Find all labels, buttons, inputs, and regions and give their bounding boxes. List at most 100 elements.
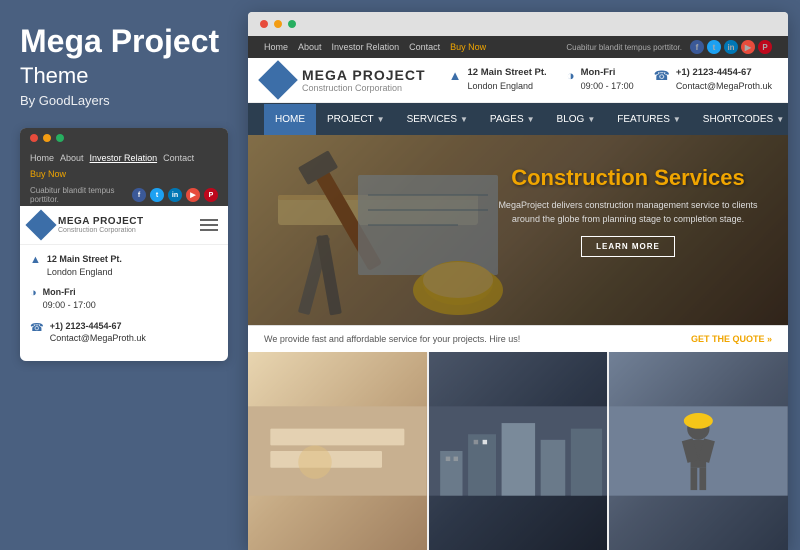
mobile-hours-time: 09:00 - 17:00: [43, 300, 96, 310]
mobile-browser-bar: [20, 128, 228, 148]
mainnav-items: HOME PROJECT ▼ SERVICES ▼ PAGES ▼ BLOG ▼…: [264, 104, 788, 135]
nav-pages[interactable]: PAGES ▼: [479, 104, 546, 135]
topbar-text: Cuabitur blandit tempus porttitor.: [566, 43, 682, 52]
mobile-info-block: ▲ 12 Main Street Pt. London England ◑ Mo…: [20, 245, 228, 361]
nav-features-arrow: ▼: [673, 115, 681, 124]
phone-icon: ☎: [30, 321, 44, 334]
mobile-nav-buynow[interactable]: Buy Now: [30, 169, 66, 179]
site-thumbnails: [248, 352, 788, 550]
browser-dot-yellow: [274, 20, 282, 28]
header-clock-icon: ◑: [567, 68, 575, 83]
get-quote-button[interactable]: GET THE QUOTE »: [691, 334, 772, 344]
mobile-header: MEGA PROJECT Construction Corporation: [20, 206, 228, 245]
thumbnail-1[interactable]: [248, 352, 427, 550]
header-address-label: 12 Main Street Pt.: [468, 67, 547, 78]
quote-bar-text: We provide fast and affordable service f…: [264, 334, 520, 344]
browser-content: Home About Investor Relation Contact Buy…: [248, 36, 788, 550]
header-phone: ☎ +1) 2123-4454-67 Contact@MegaProth.uk: [654, 66, 772, 94]
mobile-phone-text: +1) 2123-4454-67 Contact@MegaProth.uk: [50, 320, 146, 345]
header-address: ▲ 12 Main Street Pt. London England: [449, 66, 547, 94]
nav-project[interactable]: PROJECT ▼: [316, 104, 396, 135]
hamburger-line-1: [200, 219, 218, 221]
topbar-contact[interactable]: Contact: [409, 42, 440, 52]
header-address-city: London England: [468, 81, 534, 91]
theme-author: By GoodLayers: [20, 93, 228, 108]
social-twitter[interactable]: t: [150, 188, 164, 202]
mobile-nav-contact[interactable]: Contact: [163, 153, 194, 163]
site-social-fb[interactable]: f: [690, 40, 704, 54]
mobile-logo-main: MEGA PROJECT: [58, 216, 144, 227]
header-hours-text: Mon-Fri 09:00 - 17:00: [581, 66, 634, 94]
header-hours: ◑ Mon-Fri 09:00 - 17:00: [567, 66, 634, 94]
browser-topbar: [248, 12, 788, 36]
mobile-nav-home[interactable]: Home: [30, 153, 54, 163]
nav-services[interactable]: SERVICES ▼: [396, 104, 479, 135]
topbar-about[interactable]: About: [298, 42, 322, 52]
mobile-nav-investor[interactable]: Investor Relation: [90, 153, 158, 163]
nav-home[interactable]: HOME: [264, 104, 316, 135]
hamburger-line-3: [200, 229, 218, 231]
theme-subtitle: Theme: [20, 63, 228, 89]
location-icon: ▲: [30, 254, 41, 266]
clock-icon: ◑: [30, 287, 37, 299]
social-youtube[interactable]: ▶: [186, 188, 200, 202]
hero-title-1: Construction: [511, 165, 648, 190]
header-phone-email: Contact@MegaProth.uk: [676, 81, 772, 91]
thumb-2-illustration: [429, 352, 608, 550]
mobile-address-row: ▲ 12 Main Street Pt. London England: [30, 253, 218, 278]
mobile-nav-about[interactable]: About: [60, 153, 84, 163]
site-main-nav: HOME PROJECT ▼ SERVICES ▼ PAGES ▼ BLOG ▼…: [248, 103, 788, 135]
mobile-hours-label: Mon-Fri: [43, 287, 76, 297]
thumbnail-3[interactable]: [609, 352, 788, 550]
mobile-preview-card: Home About Investor Relation Contact Buy…: [20, 128, 228, 361]
site-topbar: Home About Investor Relation Contact Buy…: [248, 36, 788, 58]
mobile-phone-email: Contact@MegaProth.uk: [50, 333, 146, 343]
browser-window: Home About Investor Relation Contact Buy…: [248, 12, 788, 550]
topbar-home[interactable]: Home: [264, 42, 288, 52]
dot-green: [56, 134, 64, 142]
thumb-1-illustration: [248, 352, 427, 550]
header-hours-time: 09:00 - 17:00: [581, 81, 634, 91]
thumbnail-2[interactable]: [429, 352, 608, 550]
site-header: MEGA PROJECT Construction Corporation ▲ …: [248, 58, 788, 103]
site-social-pi[interactable]: P: [758, 40, 772, 54]
social-pinterest[interactable]: P: [204, 188, 218, 202]
site-social-yt[interactable]: ▶: [741, 40, 755, 54]
header-address-text: 12 Main Street Pt. London England: [468, 66, 547, 94]
social-linkedin[interactable]: in: [168, 188, 182, 202]
hamburger-line-2: [200, 224, 218, 226]
header-phone-text: +1) 2123-4454-67 Contact@MegaProth.uk: [676, 66, 772, 94]
site-topbar-right: Cuabitur blandit tempus porttitor. f t i…: [566, 40, 772, 54]
site-logo-sub: Construction Corporation: [302, 83, 426, 93]
nav-blog-arrow: ▼: [587, 115, 595, 124]
site-logo: MEGA PROJECT Construction Corporation: [264, 66, 426, 94]
site-social-li[interactable]: in: [724, 40, 738, 54]
nav-blog[interactable]: BLOG ▼: [546, 104, 607, 135]
hero-title-2: Services: [654, 165, 745, 190]
hero-content: Construction Services MegaProject delive…: [498, 165, 758, 257]
site-social-tw[interactable]: t: [707, 40, 721, 54]
social-facebook[interactable]: f: [132, 188, 146, 202]
topbar-buynow[interactable]: Buy Now: [450, 42, 486, 52]
mobile-social-links: f t in ▶ P: [132, 188, 218, 202]
dot-yellow: [43, 134, 51, 142]
thumb-3-illustration: [609, 352, 788, 550]
mobile-nav-bar: Home About Investor Relation Contact Buy…: [20, 148, 228, 184]
mobile-phone-number: +1) 2123-4454-67: [50, 321, 122, 331]
hero-title: Construction Services: [498, 165, 758, 191]
mobile-address-text: 12 Main Street Pt. London England: [47, 253, 122, 278]
browser-dot-green: [288, 20, 296, 28]
site-topbar-nav: Home About Investor Relation Contact Buy…: [264, 42, 486, 52]
site-logo-text: MEGA PROJECT Construction Corporation: [302, 67, 426, 93]
mobile-topbar-text: Cuabitur blandit tempus porttitor. f t i…: [20, 184, 228, 206]
nav-shortcodes-arrow: ▼: [776, 115, 784, 124]
left-panel: Mega Project Theme By GoodLayers Home Ab…: [0, 0, 248, 550]
hero-learn-more-button[interactable]: LEARN MORE: [581, 236, 675, 257]
nav-shortcodes[interactable]: SHORTCODES ▼: [692, 104, 788, 135]
mobile-topbar-label: Cuabitur blandit tempus porttitor.: [30, 186, 132, 204]
nav-features[interactable]: FEATURES ▼: [606, 104, 692, 135]
hero-description: MegaProject delivers construction manage…: [498, 199, 758, 226]
topbar-investor[interactable]: Investor Relation: [332, 42, 400, 52]
mobile-phone-row: ☎ +1) 2123-4454-67 Contact@MegaProth.uk: [30, 320, 218, 345]
hamburger-icon[interactable]: [200, 219, 218, 231]
